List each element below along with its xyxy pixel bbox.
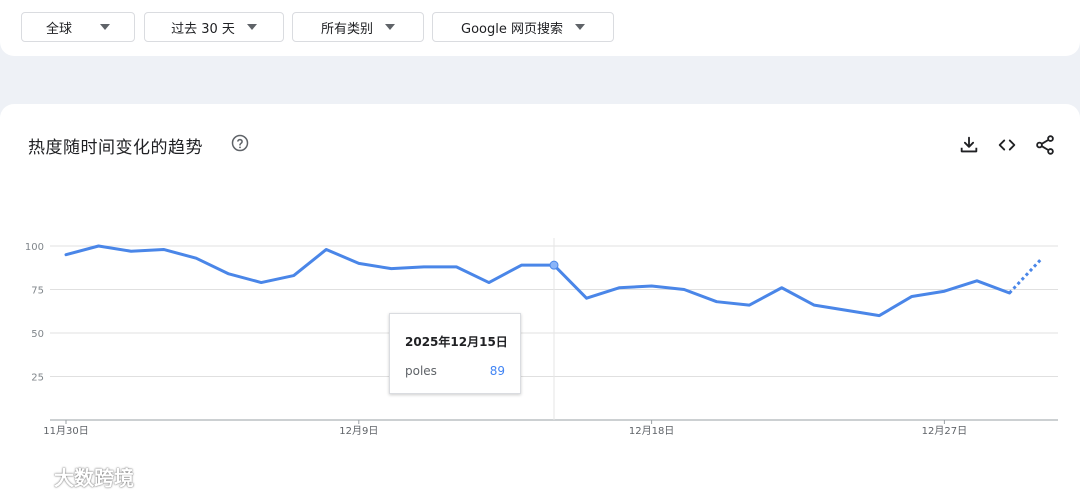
x-tick-label: 12月9日 [339, 425, 378, 437]
x-tick-label: 12月27日 [922, 425, 967, 437]
chart-tooltip: 2025年12月15日 poles 89 [389, 313, 521, 394]
y-tick-label: 50 [31, 329, 44, 340]
y-tick-label: 100 [25, 242, 44, 253]
watermark-logo-icon [10, 465, 46, 485]
highlighted-data-point [549, 260, 559, 270]
tooltip-term: poles [405, 364, 437, 378]
tooltip-date: 2025年12月15日 [405, 335, 508, 349]
trend-chart: 25 50 75 100 11月30日 12月9日 12月18日 12月27日 [25, 238, 1058, 437]
series-partial-line-poles [1008, 257, 1044, 295]
watermark-text: 大数跨境 [54, 466, 134, 490]
tooltip-value: 89 [489, 364, 505, 378]
series-line-poles [64, 244, 1011, 318]
x-tick-label: 11月30日 [43, 425, 88, 437]
y-tick-label: 25 [31, 373, 44, 384]
x-tick-label: 12月18日 [629, 425, 674, 437]
y-tick-label: 75 [31, 286, 44, 297]
watermark: 大数跨境 [8, 462, 134, 491]
